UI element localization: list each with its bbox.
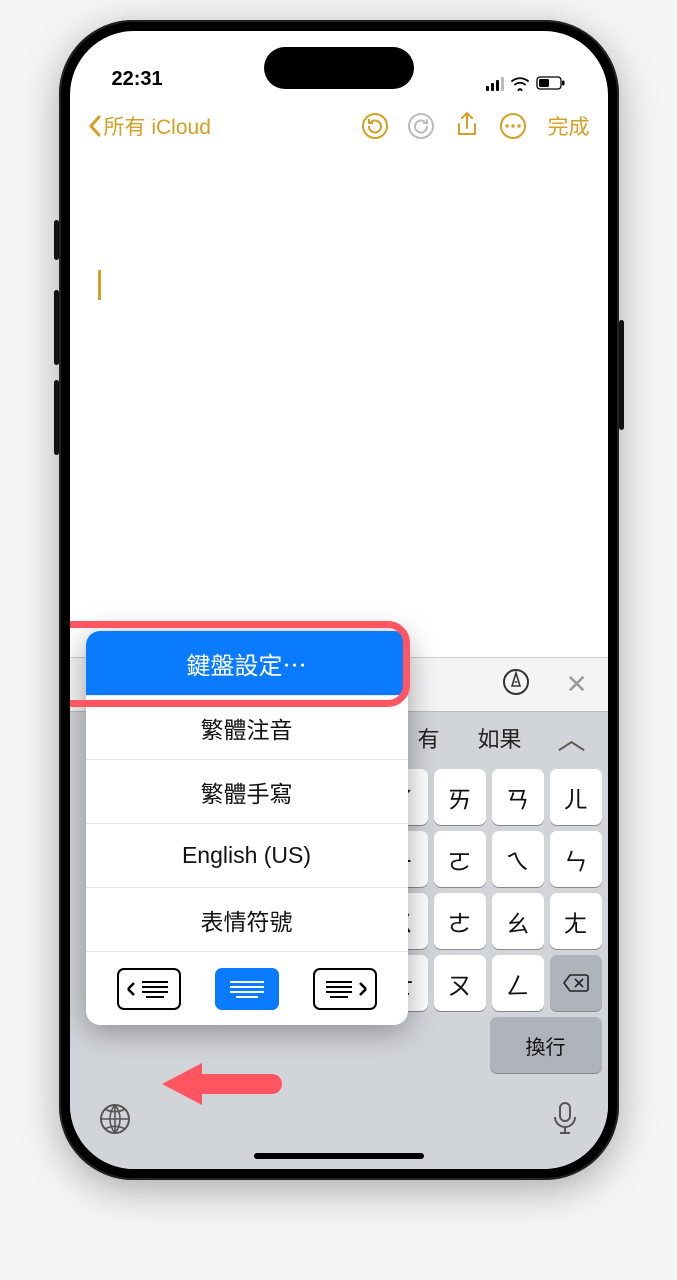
power-button [619,320,624,430]
share-icon [454,111,480,141]
keyboard-layout-full[interactable] [215,968,279,1010]
ellipsis-circle-icon [498,111,528,141]
annotation-arrow [162,1059,282,1114]
backspace-icon [562,973,590,993]
redo-icon [406,111,436,141]
volume-up-button [54,290,59,365]
return-key[interactable]: 換行 [490,1017,602,1073]
status-right [486,76,566,91]
key[interactable]: ㄡ [434,955,486,1011]
note-editor[interactable] [70,155,608,330]
keyboard-option-item[interactable]: 表情符號 [86,887,408,951]
suggestion-item[interactable]: 如果 [463,718,535,758]
back-button[interactable]: 所有 iCloud [88,111,211,141]
dynamic-island [264,47,414,89]
wifi-icon [510,76,530,91]
keyboard-option-item[interactable]: English (US) [86,823,408,887]
undo-icon [360,111,390,141]
keyboard-option-item[interactable]: 繁體手寫 [86,759,408,823]
text-cursor [98,270,101,300]
key[interactable]: ㄟ [492,831,544,887]
globe-icon [98,1102,132,1136]
key[interactable]: ㄜ [434,893,486,949]
key[interactable]: ㄤ [550,893,602,949]
suggestion-expand[interactable]: ︿ [545,718,597,758]
status-time: 22:31 [112,68,163,91]
key[interactable]: ㄛ [434,831,486,887]
notes-navbar: 所有 iCloud 完成 [70,97,608,155]
keyboard-bottom-bar [70,1085,608,1157]
redo-button[interactable] [402,107,440,145]
keyboard-layout-row [86,951,408,1025]
delete-key[interactable] [550,955,602,1011]
suggestion-item[interactable]: 有 [403,718,453,758]
keyboard-layout-right[interactable] [313,968,377,1010]
phone-frame: 22:31 所有 iCloud [59,20,619,1180]
keyboard-switch-popup: 鍵盤設定⋯ 繁體注音 繁體手寫 English (US) 表情符號 [86,631,408,1025]
undo-button[interactable] [356,107,394,145]
key[interactable]: ㄦ [550,769,602,825]
volume-down-button [54,380,59,455]
battery-icon [536,76,566,91]
keyboard-layout-left[interactable] [117,968,181,1010]
chevron-left-icon [88,115,102,137]
dictation-button[interactable] [550,1101,580,1142]
marker-icon[interactable] [502,668,530,701]
home-indicator [254,1153,424,1159]
key[interactable]: ㄣ [550,831,602,887]
share-button[interactable] [448,107,486,145]
done-button[interactable]: 完成 [548,111,590,141]
key[interactable]: ㄞ [434,769,486,825]
screen: 22:31 所有 iCloud [70,31,608,1169]
close-keyboard-button[interactable]: ✕ [566,669,588,700]
cellular-icon [486,77,504,91]
back-label: 所有 iCloud [104,111,211,141]
keyboard-option-item[interactable]: 繁體注音 [86,695,408,759]
silent-switch [54,220,59,260]
key[interactable]: ㄠ [492,893,544,949]
key[interactable]: ㄥ [492,955,544,1011]
mic-icon [550,1101,580,1137]
globe-button[interactable] [98,1102,132,1141]
key[interactable]: ㄢ [492,769,544,825]
keyboard-settings-item[interactable]: 鍵盤設定⋯ [86,631,408,695]
more-button[interactable] [494,107,532,145]
